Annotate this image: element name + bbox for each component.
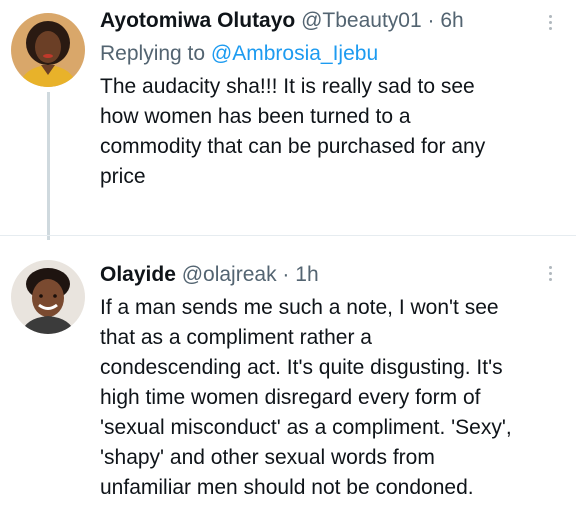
more-dot	[548, 21, 552, 24]
tweet-text: If a man sends me such a note, I won't s…	[100, 293, 536, 503]
tweet-ayotomiwa[interactable]: Ayotomiwa Olutayo @Tbeauty01 · 6h Replyi…	[0, 0, 576, 240]
tweet-text-line: 'shapy' and other sexual words from	[100, 446, 435, 469]
tweet-text-line: commodity that can be purchased for any	[100, 135, 486, 158]
tweet-text-line: 'sexual misconduct' as a compliment. 'Se…	[100, 416, 512, 439]
replying-to-label: Replying to	[100, 42, 206, 65]
tweet-header: Ayotomiwa Olutayo @Tbeauty01 · 6h	[100, 6, 536, 36]
timestamp[interactable]: 1h	[295, 263, 318, 286]
more-dot	[548, 272, 552, 275]
tweet-text-line: price	[100, 165, 146, 188]
avatar-ayotomiwa-image	[11, 13, 85, 87]
avatar[interactable]	[11, 13, 85, 87]
thread-connector-line	[47, 92, 50, 240]
avatar[interactable]	[11, 260, 85, 334]
timestamp[interactable]: 6h	[440, 9, 463, 32]
tweet-text-line: unfamiliar men should not be condoned.	[100, 476, 474, 499]
tweet-body: Olayide @olajreak · 1h If a man sends me…	[100, 260, 536, 503]
tweet-header: Olayide @olajreak · 1h	[100, 260, 536, 290]
tweet-olayide[interactable]: Olayide @olajreak · 1h If a man sends me…	[0, 236, 576, 530]
tweet-text-line: If a man sends me such a note, I won't s…	[100, 296, 499, 319]
more-dot	[548, 266, 552, 269]
tweet-text-line: condescending act. It's quite disgusting…	[100, 356, 503, 379]
more-options-icon[interactable]	[546, 15, 554, 30]
tweet-text-line: that as a compliment rather a	[100, 326, 372, 349]
tweet-body: Ayotomiwa Olutayo @Tbeauty01 · 6h Replyi…	[100, 6, 536, 192]
separator-dot: ·	[427, 9, 435, 32]
tweet-text-line: how women has been turned to a	[100, 105, 411, 128]
more-dot	[548, 278, 552, 281]
separator-dot: ·	[282, 263, 290, 286]
tweet-text: The audacity sha!!! It is really sad to …	[100, 72, 536, 192]
more-dot	[548, 27, 552, 30]
replying-to: Replying to @Ambrosia_Ijebu	[100, 39, 536, 69]
avatar-olayide-image	[11, 260, 85, 334]
user-handle[interactable]: @Tbeauty01	[301, 9, 422, 32]
tweet-text-line: high time women disregard every form of	[100, 386, 481, 409]
display-name[interactable]: Olayide	[100, 263, 176, 286]
display-name[interactable]: Ayotomiwa Olutayo	[100, 9, 295, 32]
replying-to-mention[interactable]: @Ambrosia_Ijebu	[211, 42, 378, 65]
more-options-icon[interactable]	[546, 266, 554, 281]
more-dot	[548, 15, 552, 18]
tweet-text-line: The audacity sha!!! It is really sad to …	[100, 75, 475, 98]
user-handle[interactable]: @olajreak	[182, 263, 277, 286]
